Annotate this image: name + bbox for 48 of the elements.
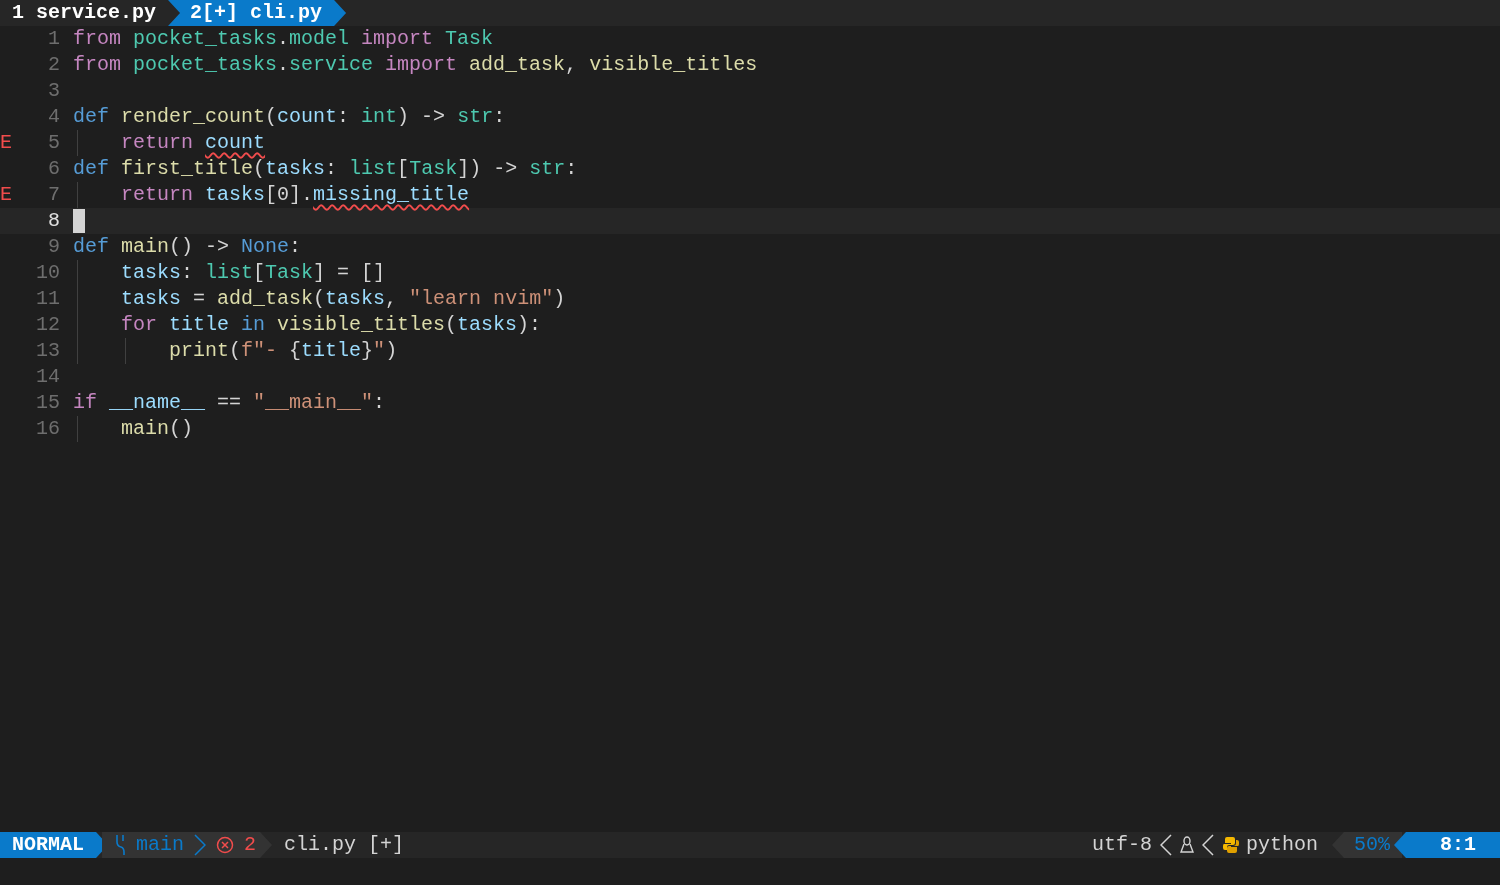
- line-number: 10: [35, 260, 60, 286]
- file-type: python: [1245, 832, 1318, 858]
- chevron-right-icon: [194, 834, 207, 856]
- file-tab[interactable]: 2[+] cli.py: [168, 0, 347, 26]
- file-name: cli.py: [284, 832, 357, 858]
- file-tab[interactable]: 1 service.py: [0, 0, 169, 26]
- line-number: 7: [47, 182, 60, 208]
- sign-marker: E: [0, 130, 12, 156]
- git-branch-icon: [114, 834, 126, 856]
- code-line: for title in visible_titles(tasks):: [120, 312, 542, 338]
- line-number: 16: [35, 416, 60, 442]
- line-number: 3: [47, 78, 60, 104]
- python-icon: [1221, 836, 1240, 854]
- line-number: 13: [35, 338, 60, 364]
- line-number: 9: [47, 234, 60, 260]
- line-number: 15: [35, 390, 60, 416]
- code-line: print(f"- {title}"): [168, 338, 398, 364]
- code-line: def render_count(count: int) -> str:: [73, 104, 506, 130]
- chevron-left-icon: [1159, 834, 1172, 856]
- line-number: 1: [47, 26, 60, 52]
- sign-marker: E: [0, 182, 12, 208]
- code-line: tasks: list[Task] = []: [120, 260, 386, 286]
- branch-name: main: [136, 832, 185, 858]
- error-icon: [216, 836, 235, 854]
- line-number: 6: [47, 156, 60, 182]
- code-line: return count: [120, 130, 266, 156]
- code-line: return tasks[0].missing_title: [120, 182, 470, 208]
- line-number: 11: [35, 286, 60, 312]
- line-number: 5: [47, 130, 60, 156]
- code-line: if __name__ == "__main__":: [73, 390, 386, 416]
- line-number: 12: [35, 312, 60, 338]
- penguin-icon: [1179, 836, 1194, 854]
- code-line: main(): [120, 416, 194, 442]
- cursor: [73, 209, 85, 233]
- line-number: 4: [47, 104, 60, 130]
- error-count: 2: [244, 832, 257, 858]
- line-number: 8: [47, 208, 60, 234]
- code-line: tasks = add_task(tasks, "learn nvim"): [120, 286, 566, 312]
- code-line: def first_title(tasks: list[Task]) -> str:: [73, 156, 578, 182]
- code-line: def main() -> None:: [73, 234, 302, 260]
- line-number: 2: [47, 52, 60, 78]
- code-line: from pocket_tasks.service import add_task, visible_titles: [73, 52, 758, 78]
- code-line: from pocket_tasks.model import Task: [73, 26, 494, 52]
- encoding: utf-8: [1091, 832, 1152, 858]
- line-number: 14: [35, 364, 60, 390]
- modified-label: [+]: [368, 832, 405, 858]
- chevron-left-icon: [1201, 834, 1214, 856]
- cursor-position: 8:1: [1394, 832, 1500, 858]
